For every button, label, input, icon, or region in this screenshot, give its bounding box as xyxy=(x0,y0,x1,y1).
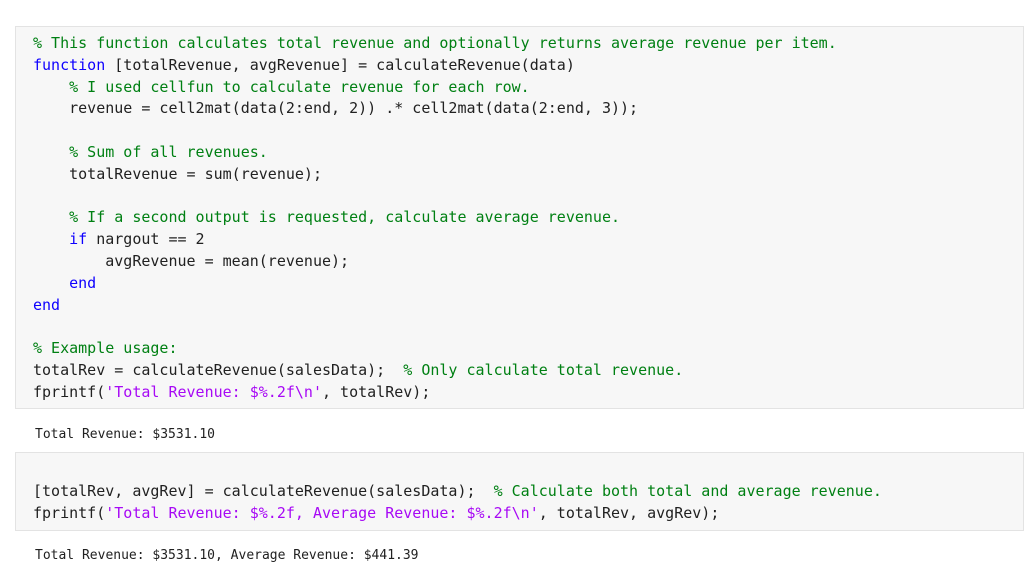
code-line: function [totalRevenue, avgRevenue] = ca… xyxy=(33,55,837,77)
code-token-plain: , totalRev); xyxy=(322,382,431,401)
code-token-plain: nargout == 2 xyxy=(87,230,205,249)
code-cell-2[interactable]: [totalRev, avgRev] = calculateRevenue(sa… xyxy=(15,452,1024,531)
code-token-keyword: function xyxy=(33,55,106,74)
code-token-plain: , totalRev, avgRev); xyxy=(538,503,720,522)
code-token-comment: % Sum of all revenues. xyxy=(69,142,268,161)
code-token-plain: totalRev = calculateRevenue(salesData); xyxy=(33,360,404,379)
code-token-keyword: if xyxy=(69,230,88,249)
output-cell-1: Total Revenue: $3531.10 xyxy=(35,427,216,442)
code-token-plain: avgRevenue = mean(revenue); xyxy=(33,251,350,270)
code-token-plain: fprintf( xyxy=(33,503,106,522)
code-token-string: 'Total Revenue: $%.2f, Average Revenue: … xyxy=(105,503,539,522)
code-cell-1[interactable]: % This function calculates total revenue… xyxy=(15,26,1024,409)
code-line: revenue = cell2mat(data(2:end, 2)) .* ce… xyxy=(33,98,837,120)
code-line: fprintf('Total Revenue: $%.2f, Average R… xyxy=(33,503,882,525)
code-token-comment: % This function calculates total revenue… xyxy=(33,34,837,52)
code-line: totalRev = calculateRevenue(salesData); … xyxy=(33,360,837,382)
code-line: % Sum of all revenues. xyxy=(33,142,837,164)
code-line: % If a second output is requested, calcu… xyxy=(33,207,837,229)
code-line: % This function calculates total revenue… xyxy=(33,33,837,55)
code-line: % Example usage: xyxy=(33,338,837,360)
code-line: [totalRev, avgRev] = calculateRevenue(sa… xyxy=(33,481,882,503)
code-line: totalRevenue = sum(revenue); xyxy=(33,164,837,186)
code-cell-2-code[interactable]: [totalRev, avgRev] = calculateRevenue(sa… xyxy=(33,481,882,525)
code-token-plain: [totalRev, avgRev] = calculateRevenue(sa… xyxy=(33,482,494,500)
code-line: end xyxy=(33,273,837,295)
code-line: if nargout == 2 xyxy=(33,229,837,251)
code-token-plain: totalRevenue = sum(revenue); xyxy=(33,164,322,183)
live-script-page: % This function calculates total revenue… xyxy=(0,0,1035,582)
code-line: fprintf('Total Revenue: $%.2f\n', totalR… xyxy=(33,382,837,404)
code-token-plain: fprintf( xyxy=(33,382,106,401)
code-token-plain: revenue = cell2mat(data(2:end, 2)) .* ce… xyxy=(33,99,639,118)
output-cell-2: Total Revenue: $3531.10, Average Revenue… xyxy=(35,548,419,563)
code-token-comment: % Only calculate total revenue. xyxy=(403,360,684,379)
code-cell-1-code[interactable]: % This function calculates total revenue… xyxy=(33,33,837,404)
code-token-keyword: end xyxy=(69,273,97,292)
code-token-comment: % If a second output is requested, calcu… xyxy=(69,208,621,227)
code-token-comment: % I used cellfun to calculate revenue fo… xyxy=(69,77,530,96)
code-line: % I used cellfun to calculate revenue fo… xyxy=(33,77,837,99)
code-line: avgRevenue = mean(revenue); xyxy=(33,251,837,273)
code-token-keyword: end xyxy=(33,295,61,314)
code-token-comment: % Example usage: xyxy=(33,339,178,358)
code-token-plain: [totalRevenue, avgRevenue] = calculateRe… xyxy=(105,55,575,74)
code-line: end xyxy=(33,295,837,317)
code-token-comment: % Calculate both total and average reven… xyxy=(493,482,882,500)
code-token-string: 'Total Revenue: $%.2f\n' xyxy=(105,382,322,401)
